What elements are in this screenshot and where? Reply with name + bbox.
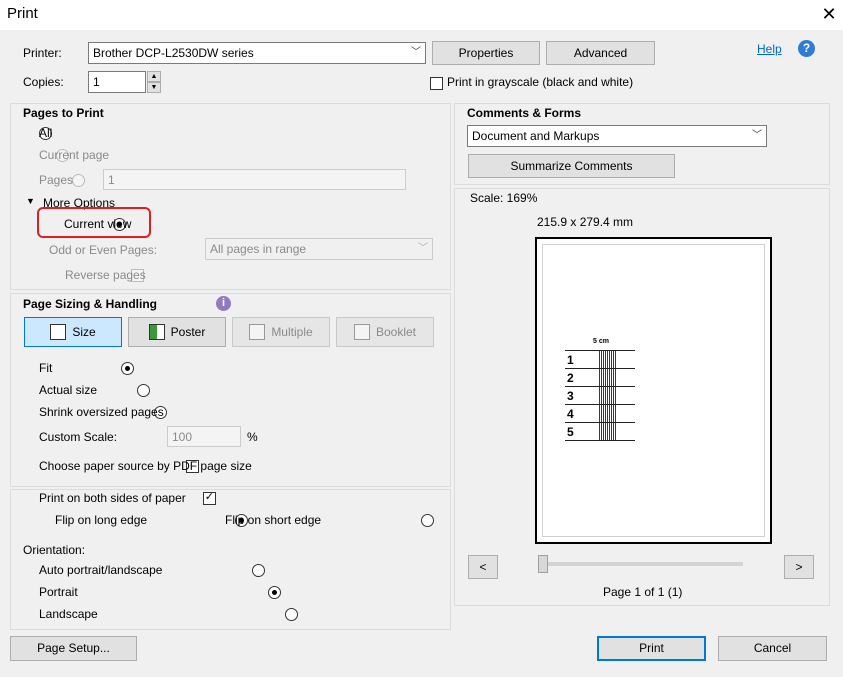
landscape-radio[interactable] <box>284 608 298 622</box>
print-button[interactable]: Print <box>597 636 706 661</box>
ruler-number: 5 <box>567 425 574 439</box>
prev-page-button[interactable]: < <box>468 555 498 579</box>
help-icon[interactable]: ? <box>798 40 815 57</box>
booklet-icon <box>353 323 370 340</box>
auto-orientation-label: Auto portrait/landscape <box>39 563 163 577</box>
ruler-graphic: 1 2 3 4 5 <box>565 350 635 441</box>
scale-label: Scale: 169% <box>470 191 538 205</box>
triangle-down-icon[interactable]: ▼ <box>26 196 35 206</box>
ruler-number: 3 <box>567 389 574 403</box>
current-view-label: Current view <box>64 217 132 231</box>
odd-even-label: Odd or Even Pages: <box>49 243 158 257</box>
multiple-icon <box>249 323 266 340</box>
percent-label: % <box>247 430 258 444</box>
comments-forms-select[interactable]: Document and Markups ﹀ <box>467 125 767 147</box>
comments-forms-value: Document and Markups <box>472 129 600 143</box>
copies-label: Copies: <box>23 75 64 89</box>
size-icon <box>50 323 67 340</box>
properties-button[interactable]: Properties <box>432 41 540 65</box>
ruler-number: 4 <box>567 407 574 421</box>
summarize-comments-button[interactable]: Summarize Comments <box>468 154 675 178</box>
ruler-number: 2 <box>567 371 574 385</box>
actual-size-label: Actual size <box>39 383 98 397</box>
comments-forms-title: Comments & Forms <box>467 106 582 120</box>
chevron-down-icon: ﹀ <box>411 47 421 58</box>
page-slider-thumb[interactable] <box>538 555 548 573</box>
both-sides-checkbox[interactable] <box>202 490 216 506</box>
booklet-button-label: Booklet <box>375 325 417 339</box>
pages-label: Pages <box>39 173 74 187</box>
next-page-button[interactable]: > <box>784 555 814 579</box>
printer-select[interactable]: Brother DCP-L2530DW series ﹀ <box>88 42 426 64</box>
orientation-label: Orientation: <box>23 543 86 557</box>
multiple-button-label: Multiple <box>271 325 313 339</box>
page-dimensions: 215.9 x 279.4 mm <box>537 215 634 229</box>
cancel-button[interactable]: Cancel <box>718 636 827 661</box>
custom-scale-label: Custom Scale: <box>39 430 118 444</box>
booklet-button[interactable]: Booklet <box>336 317 434 347</box>
page-preview: 5 cm 1 2 3 4 5 <box>535 237 772 544</box>
fit-label: Fit <box>39 361 53 375</box>
page-slider-track[interactable] <box>538 562 743 566</box>
short-edge-label: Flip on short edge <box>225 513 322 527</box>
portrait-label: Portrait <box>39 585 78 599</box>
ruler-hatch <box>599 350 617 440</box>
shrink-label: Shrink oversized pages <box>39 405 164 419</box>
size-button[interactable]: Size <box>24 317 122 347</box>
poster-button-label: Poster <box>170 325 206 339</box>
page-info: Page 1 of 1 (1) <box>603 585 683 599</box>
printer-label: Printer: <box>23 46 62 60</box>
size-button-label: Size <box>72 325 96 339</box>
poster-icon <box>148 323 165 340</box>
title-bar <box>0 0 843 30</box>
advanced-button[interactable]: Advanced <box>546 41 655 65</box>
close-icon[interactable]: ✕ <box>815 2 843 26</box>
spin-down-icon[interactable]: ▼ <box>147 82 161 93</box>
printer-value: Brother DCP-L2530DW series <box>93 46 254 60</box>
page-setup-button[interactable]: Page Setup... <box>10 636 137 661</box>
grayscale-checkbox[interactable] <box>430 77 443 91</box>
window-title: Print <box>7 5 38 22</box>
info-icon[interactable]: i <box>216 296 231 311</box>
grayscale-label: Print in grayscale (black and white) <box>447 75 634 89</box>
chevron-down-icon: ﹀ <box>752 130 762 141</box>
long-edge-label: Flip on long edge <box>55 513 148 527</box>
ruler-title: 5 cm <box>593 338 609 345</box>
copies-input[interactable]: 1 <box>88 71 146 93</box>
pages-range-input[interactable]: 1 <box>103 169 406 190</box>
chevron-down-icon: ﹀ <box>418 243 428 254</box>
paper-source-label: Choose paper source by PDF page size <box>39 459 252 473</box>
ruler-number: 1 <box>567 353 574 367</box>
custom-scale-input[interactable]: 100 <box>167 426 241 447</box>
reverse-pages-label: Reverse pages <box>65 268 146 282</box>
pages-to-print-title: Pages to Print <box>23 106 104 120</box>
landscape-label: Landscape <box>39 607 98 621</box>
current-page-label: Current page <box>39 148 110 162</box>
help-link[interactable]: Help <box>757 42 782 56</box>
spin-up-icon[interactable]: ▲ <box>147 71 161 82</box>
poster-button[interactable]: Poster <box>128 317 226 347</box>
multiple-button[interactable]: Multiple <box>232 317 330 347</box>
both-sides-label: Print on both sides of paper <box>39 491 186 505</box>
all-label: All <box>39 126 53 140</box>
odd-even-value: All pages in range <box>210 242 307 256</box>
page-sizing-title: Page Sizing & Handling <box>23 297 158 311</box>
odd-even-select[interactable]: All pages in range ﹀ <box>205 238 433 260</box>
